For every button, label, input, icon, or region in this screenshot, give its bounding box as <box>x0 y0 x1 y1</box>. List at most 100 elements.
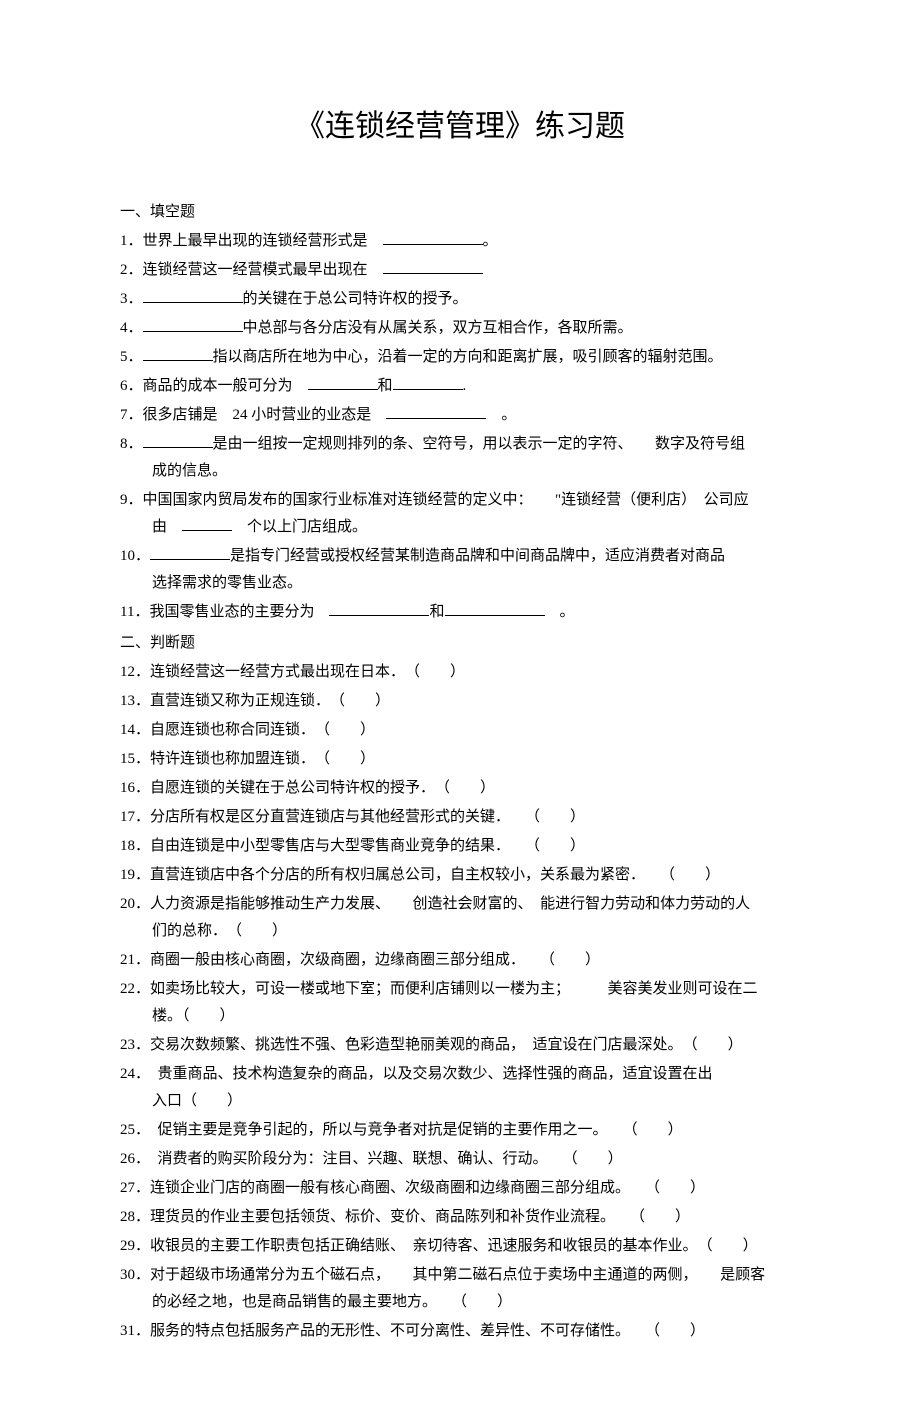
q-text: ．特许连锁也称加盟连锁． <box>135 751 308 767</box>
q-num: 18 <box>120 838 135 854</box>
q-text: 是指专门经营或授权经营某制造商品牌和中间商品牌中，适应消费者对商品 <box>230 548 725 564</box>
q-text: 入口 <box>152 1093 182 1109</box>
q-text: ．自由连锁是中小型零售店与大型零售商业竞争的结果． <box>135 838 503 854</box>
q-num: 6 <box>120 378 128 394</box>
q7: 7．很多店铺是 24 小时营业的业态是 。 <box>120 402 800 429</box>
q-text: ． <box>135 1122 143 1138</box>
q-text: 亲切待客、迅速服务和收银员的基本作业。 <box>413 1238 691 1254</box>
q11: 11．我国零售业态的主要分为 和 。 <box>120 599 800 626</box>
q-num: 28 <box>120 1209 135 1225</box>
q-num: 17 <box>120 809 135 825</box>
q16: 16．自愿连锁的关键在于总公司特许权的授予． （ ） <box>120 775 800 802</box>
q-text: ． <box>128 320 143 336</box>
paren: （ ） <box>548 952 601 968</box>
q-text: "连锁经营（便利店） <box>555 492 689 508</box>
blank <box>386 404 486 419</box>
q-text: ．连锁经营这一经营模式最早出现在 <box>128 262 368 278</box>
q-text: ． <box>135 1151 143 1167</box>
blank <box>383 259 483 274</box>
paren: （ ） <box>338 693 391 709</box>
q-num: 29 <box>120 1238 135 1254</box>
q-text: ．世界上最早出现的连锁经营形式是 <box>128 233 368 249</box>
q-text: 和 <box>378 378 393 394</box>
q-num: 14 <box>120 722 135 738</box>
q25: 25． 促销主要是竞争引起的，所以与竞争者对抗是促销的主要作用之一。 （ ） <box>120 1117 800 1144</box>
q31: 31．服务的特点包括服务产品的无形性、不可分离性、差异性、不可存储性。 （ ） <box>120 1318 800 1345</box>
paren: （ ） <box>323 722 376 738</box>
q-text: ．对于超级市场通常分为五个磁石点， <box>135 1267 383 1283</box>
q-text: ．连锁企业门店的商圈一般有核心商圈、次级商圈和边缘商圈三部分组成。 <box>135 1180 623 1196</box>
q-num: 31 <box>120 1323 135 1339</box>
q-text: 。 <box>560 604 575 620</box>
blank <box>445 601 545 616</box>
q-num: 15 <box>120 751 135 767</box>
q-text: 促销主要是竞争引起的，所以与竞争者对抗是促销的主要作用之一。 <box>158 1122 601 1138</box>
paren: （ ） <box>705 1238 758 1254</box>
q23: 23．交易次数频繁、挑选性不强、色彩造型艳丽美观的商品， 适宜设在门店最深处。 … <box>120 1032 800 1059</box>
paren: （ ） <box>533 809 586 825</box>
q-text: ．分店所有权是区分直营连锁店与其他经营形式的关键． <box>135 809 503 825</box>
blank <box>308 375 378 390</box>
q28: 28．理货员的作业主要包括领货、标价、变价、商品陈列和补货作业流程。 （ ） <box>120 1204 800 1231</box>
q-text: 数字及符号组 <box>655 436 745 452</box>
paren: （ ） <box>443 780 496 796</box>
q-text: 其中第二磁石点位于卖场中主通道的两侧， <box>413 1267 691 1283</box>
section-fill-header: 一、填空题 <box>120 199 800 226</box>
q-text: ．商圈一般由核心商圈，次级商圈，边缘商圈三部分组成． <box>135 952 518 968</box>
q14: 14．自愿连锁也称合同连锁． （ ） <box>120 717 800 744</box>
q-text: 。 <box>501 407 516 423</box>
q-text: 。 <box>483 233 498 249</box>
blank <box>143 317 243 332</box>
blank <box>383 230 483 245</box>
q-text: ．收银员的主要工作职责包括正确结账、 <box>135 1238 398 1254</box>
q-num: 22 <box>120 981 135 997</box>
q-text: 成的信息。 <box>152 463 227 479</box>
q-num: 19 <box>120 867 135 883</box>
q-text: ．理货员的作业主要包括领货、标价、变价、商品陈列和补货作业流程。 <box>135 1209 608 1225</box>
q-num: 7 <box>120 407 128 423</box>
paren: （ ） <box>653 1323 706 1339</box>
paren: （ ） <box>533 838 586 854</box>
q-text: ． <box>128 436 143 452</box>
q-text: 由 <box>152 519 167 535</box>
q-num: 5 <box>120 349 128 365</box>
blank <box>393 375 463 390</box>
q-text: ．如卖场比较大，可设一楼或地下室；而便利店铺则以一楼为主； <box>135 981 563 997</box>
q-text: ． <box>128 291 143 307</box>
q-text: 楼。 <box>152 1008 182 1024</box>
q-text: 美容美发业则可设在二 <box>608 981 758 997</box>
q4: 4．中总部与各分店没有从属关系，双方互相合作，各取所需。 <box>120 315 800 342</box>
q-text: ．中国国家内贸局发布的国家行业标准对连锁经营的定义中： <box>128 492 526 508</box>
q-num: 27 <box>120 1180 135 1196</box>
paren: （ ） <box>323 751 376 767</box>
q20: 20．人力资源是指能够推动生产力发展、 创造社会财富的、 能进行智力劳动和体力劳… <box>120 891 800 945</box>
q-num: 12 <box>120 664 135 680</box>
paren: （ ） <box>182 1008 235 1024</box>
q9: 9．中国国家内贸局发布的国家行业标准对连锁经营的定义中： "连锁经营（便利店） … <box>120 487 800 541</box>
q-text: ．很多店铺是 <box>128 407 218 423</box>
q15: 15．特许连锁也称加盟连锁． （ ） <box>120 746 800 773</box>
q-text: ．直营连锁店中各个分店的所有权归属总公司，自主权较小，关系最为紧密． <box>135 867 638 883</box>
q-text: ． <box>128 349 143 365</box>
q-num: 21 <box>120 952 135 968</box>
q-text: ．自愿连锁也称合同连锁． <box>135 722 308 738</box>
q5: 5． 指以商店所在地为中心，沿着一定的方向和距离扩展，吸引顾客的辐射范围。 <box>120 344 800 371</box>
q17: 17．分店所有权是区分直营连锁店与其他经营形式的关键． （ ） <box>120 804 800 831</box>
q3: 3．的关键在于总公司特许权的授予。 <box>120 286 800 313</box>
q2: 2．连锁经营这一经营模式最早出现在 <box>120 257 800 284</box>
paren: （ ） <box>413 664 466 680</box>
q-text: ．服务的特点包括服务产品的无形性、不可分离性、差异性、不可存储性。 <box>135 1323 623 1339</box>
q-text: ．我国零售业态的主要分为 <box>134 604 314 620</box>
q-text: 的关键在于总公司特许权的授予。 <box>243 291 468 307</box>
q22: 22．如卖场比较大，可设一楼或地下室；而便利店铺则以一楼为主； 美容美发业则可设… <box>120 976 800 1030</box>
q-text: ．连锁经营这一经营方式最出现在日本． <box>135 664 398 680</box>
q-text: 指以商店所在地为中心，沿着一定的方向和距离扩展，吸引顾客的辐射范围。 <box>213 349 723 365</box>
q24: 24． 贵重商品、技术构造复杂的商品，以及交易次数少、选择性强的商品，适宜设置在… <box>120 1061 800 1115</box>
paren: （ ） <box>653 1180 706 1196</box>
q-text: 和 <box>429 604 444 620</box>
q13: 13．直营连锁又称为正规连锁． （ ） <box>120 688 800 715</box>
q-text: ． <box>135 1066 143 1082</box>
q27: 27．连锁企业门店的商圈一般有核心商圈、次级商圈和边缘商圈三部分组成。 （ ） <box>120 1175 800 1202</box>
blank <box>182 516 232 531</box>
q-text: ．交易次数频繁、挑选性不强、色彩造型艳丽美观的商品， <box>135 1037 518 1053</box>
